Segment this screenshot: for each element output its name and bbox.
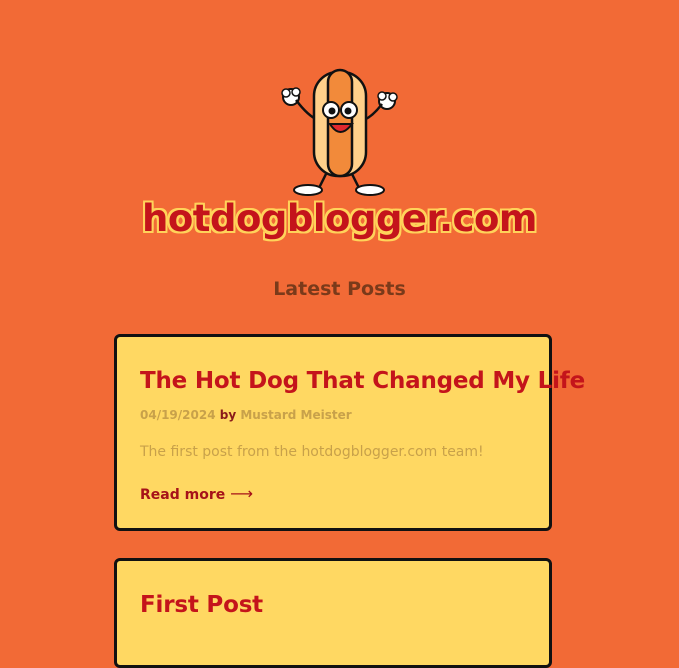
post-title[interactable]: The Hot Dog That Changed My Life	[140, 368, 585, 394]
post-author: Mustard Meister	[240, 408, 352, 422]
post-title[interactable]: First Post	[140, 592, 263, 618]
read-more-label: Read more	[140, 487, 226, 503]
hotdog-mascot-icon	[281, 68, 398, 196]
post-excerpt: The first post from the hotdogblogger.co…	[140, 444, 484, 460]
post-card: First Post	[114, 558, 552, 668]
post-meta: 04/19/2024 by Mustard Meister	[140, 408, 352, 422]
post-date: 04/19/2024	[140, 408, 216, 422]
post-by: by	[219, 408, 237, 422]
site-title[interactable]: hotdogblogger.com	[0, 197, 679, 240]
post-card: The Hot Dog That Changed My Life 04/19/2…	[114, 334, 585, 531]
arrow-right-icon: ⟶	[230, 484, 254, 503]
read-more-link[interactable]: Read more ⟶	[140, 484, 253, 503]
section-title: Latest Posts	[273, 278, 406, 300]
